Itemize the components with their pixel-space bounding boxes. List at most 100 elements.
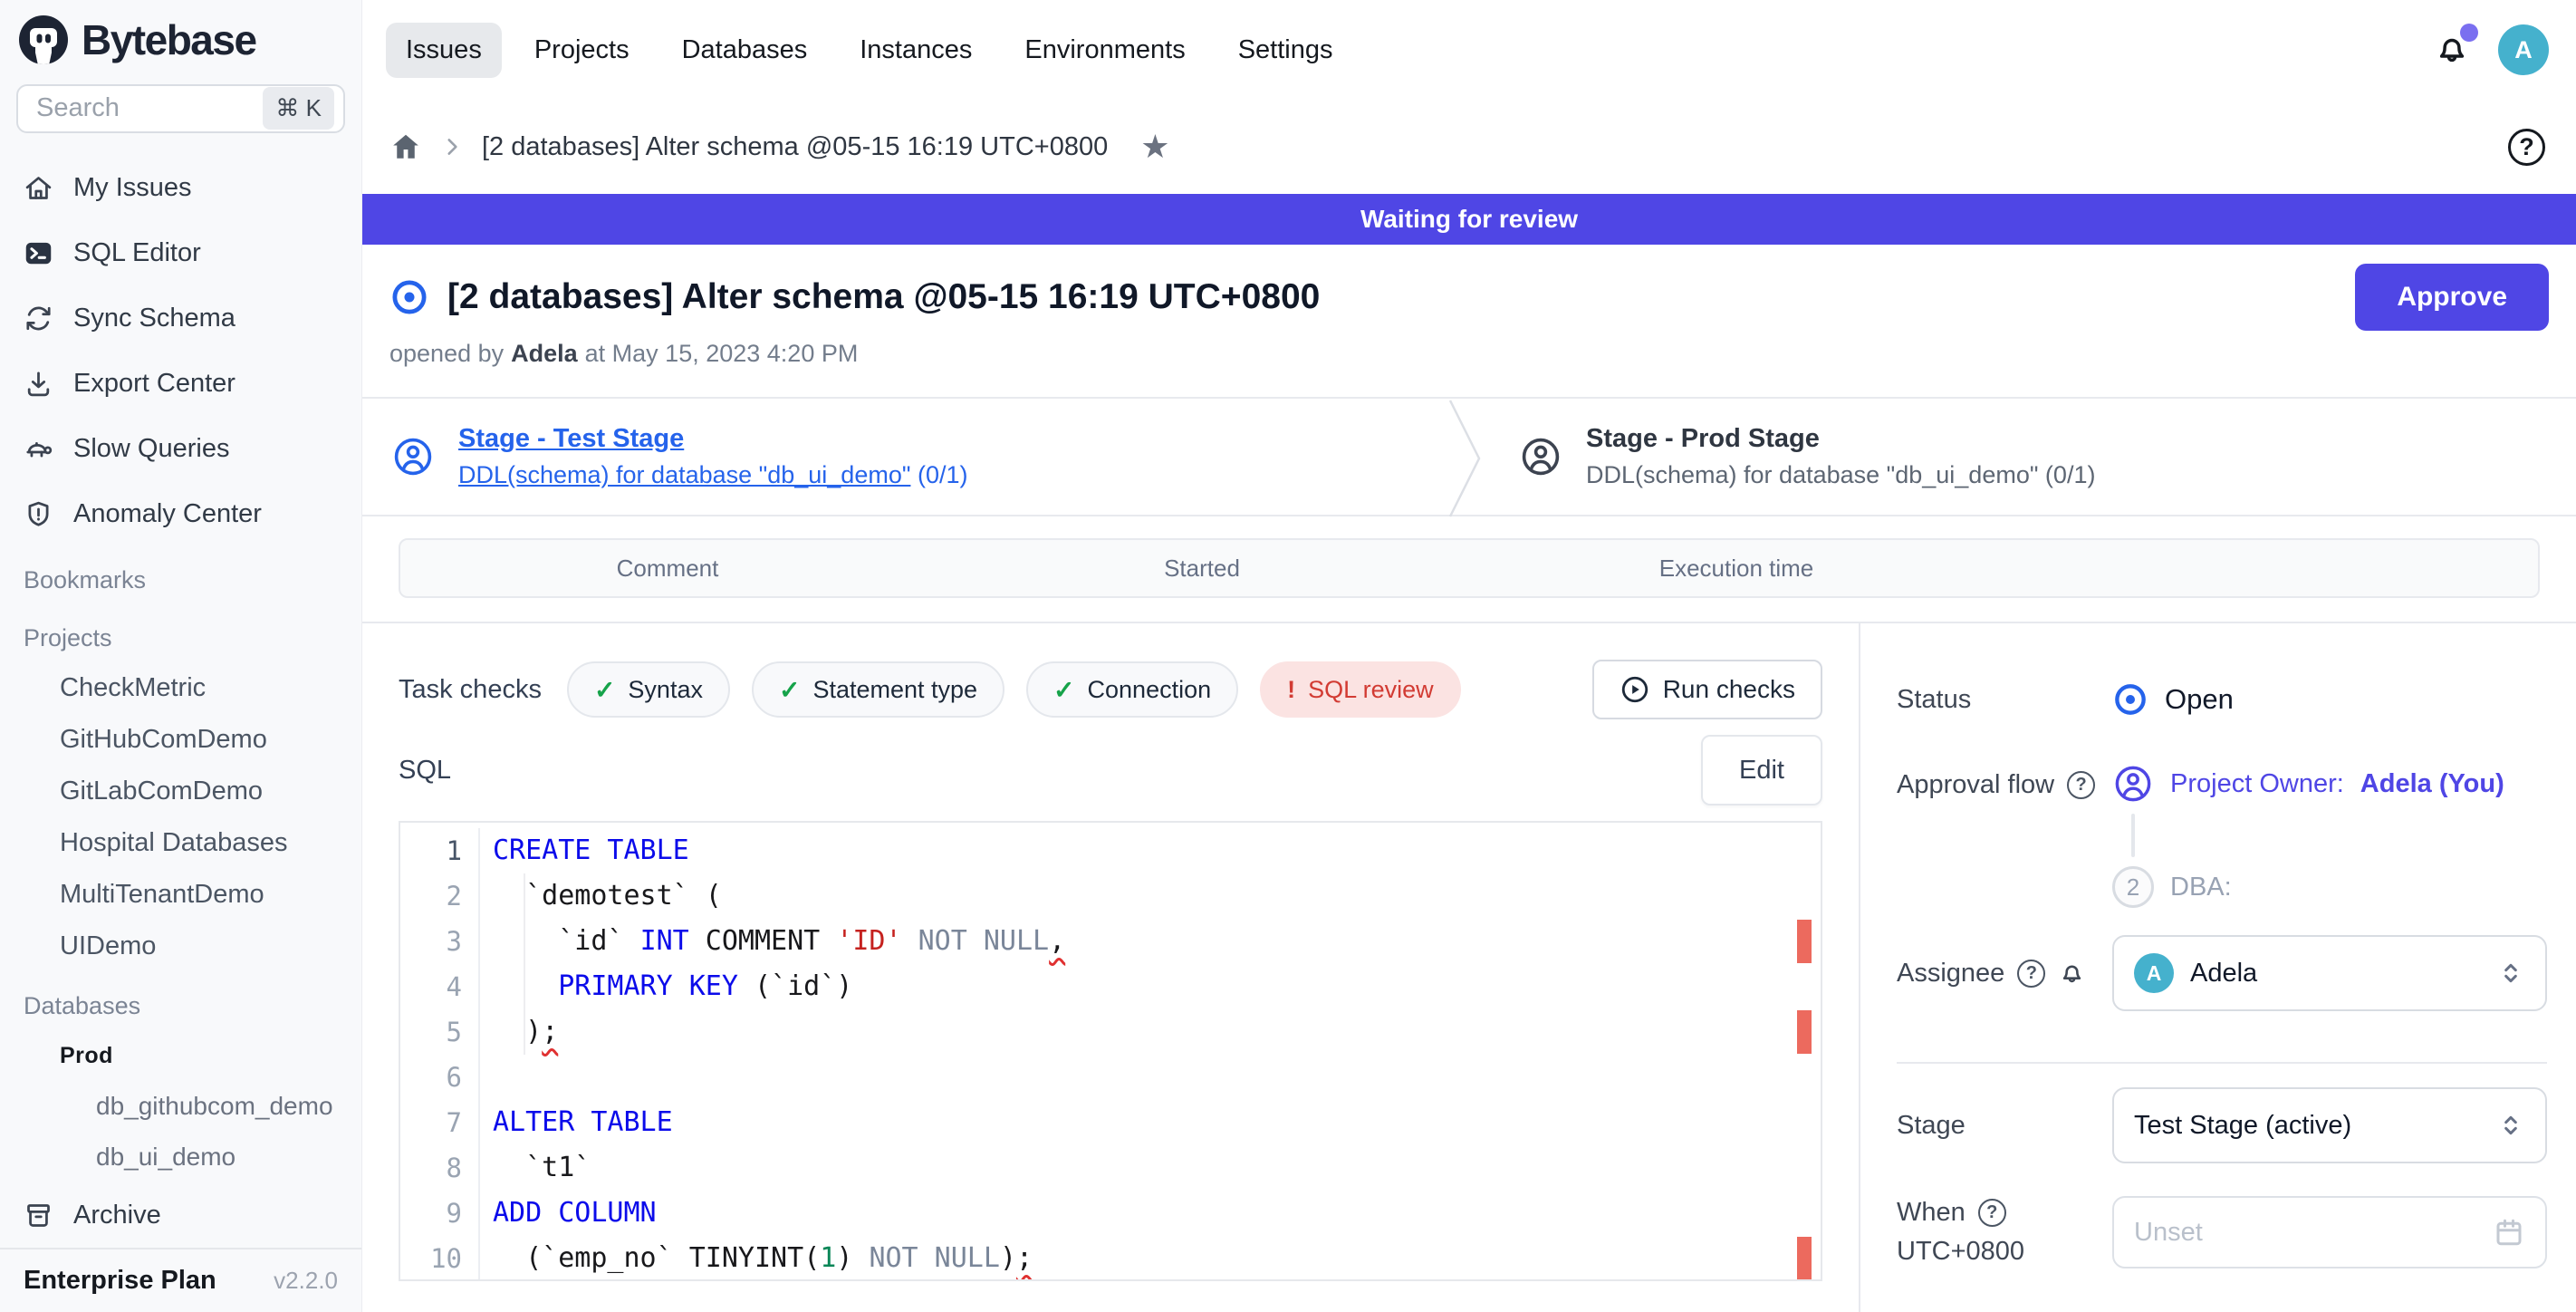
bookmark-star-icon[interactable]: ★ (1140, 130, 1169, 163)
sidebar-db-githubcom-demo[interactable]: db_githubcom_demo (0, 1081, 361, 1132)
stage-prod-stage[interactable]: Stage - Prod Stage DDL(schema) for datab… (1490, 399, 2576, 515)
sidebar-item-my-issues[interactable]: My Issues (0, 155, 361, 220)
user-avatar[interactable]: A (2498, 24, 2549, 75)
bytebase-logo[interactable]: Bytebase (0, 0, 361, 81)
top-actions: A (2433, 24, 2549, 75)
notifications-button[interactable] (2433, 31, 2471, 69)
when-label: When (1897, 1198, 1966, 1228)
sidebar-item-label: Sync Schema (73, 304, 235, 333)
sidebar-item-label: Anomaly Center (73, 499, 262, 529)
home-icon[interactable] (389, 130, 422, 163)
sidebar-item-anomaly-center[interactable]: Anomaly Center (0, 481, 361, 546)
task-detail-panel: Task checks ✓ Syntax ✓ Statement type ✓ … (362, 623, 1859, 1312)
notification-dot (2460, 24, 2478, 42)
code-line: 1CREATE TABLE (400, 828, 1821, 873)
environment-label-prod: Prod (0, 1030, 361, 1081)
sidebar-section-databases: Databases (0, 972, 361, 1030)
stage-test-stage[interactable]: Stage - Test Stage DDL(schema) for datab… (362, 399, 1448, 515)
approval-step-dba: 2 DBA: (2112, 866, 2504, 908)
error-ruler-mark (1797, 1237, 1812, 1280)
check-statement-type[interactable]: ✓ Statement type (752, 661, 1004, 718)
task-table-wrap: Comment Started Execution time (399, 538, 2540, 598)
tab-databases[interactable]: Databases (662, 23, 828, 78)
sidebar-item-export-center[interactable]: Export Center (0, 351, 361, 416)
issue-meta: opened by Adela at May 15, 2023 4:20 PM (389, 337, 2549, 370)
issue-author[interactable]: Adela (511, 340, 578, 368)
sidebar-item-slow-queries[interactable]: Slow Queries (0, 416, 361, 481)
approval-flow-label: Approval flow (1897, 770, 2054, 800)
tab-projects[interactable]: Projects (514, 23, 649, 78)
question-circle-icon[interactable]: ? (2067, 771, 2095, 799)
status-value: Open (2112, 681, 2234, 718)
approval-role: DBA: (2170, 873, 2232, 902)
sidebar-project-uidemo[interactable]: UIDemo (0, 921, 361, 972)
stage-select[interactable]: Test Stage (active) (2112, 1087, 2547, 1163)
opened-suffix: at May 15, 2023 4:20 PM (585, 340, 859, 368)
error-ruler-mark (1797, 920, 1812, 963)
nav-tabs: Issues Projects Databases Instances Envi… (386, 23, 1353, 78)
issue-sidebar-panel: Status Open Approval flow ? Project (1859, 623, 2576, 1312)
bell-icon[interactable] (2058, 960, 2086, 988)
approval-flow: Project Owner: Adela (You) 2 DBA: (2112, 763, 2504, 908)
issue-title-row: [2 databases] Alter schema @05-15 16:19 … (389, 268, 2549, 326)
panel-divider (1897, 1062, 2547, 1064)
sidebar-project-multitenantdemo[interactable]: MultiTenantDemo (0, 869, 361, 921)
column-execution-time: Execution time (1469, 555, 2004, 583)
check-sql-review[interactable]: ! SQL review (1260, 661, 1461, 718)
sidebar-section-projects: Projects (0, 604, 361, 662)
tab-issues[interactable]: Issues (386, 23, 502, 78)
issue-open-icon (389, 277, 429, 317)
help-icon[interactable]: ? (2508, 129, 2545, 166)
code-line: 5 ); (400, 1009, 1821, 1055)
question-circle-icon[interactable]: ? (1978, 1199, 2006, 1227)
assignee-select[interactable]: A Adela (2112, 935, 2547, 1011)
when-datetime-input[interactable]: Unset (2112, 1196, 2547, 1269)
check-syntax[interactable]: ✓ Syntax (567, 661, 730, 718)
sidebar-item-label: Export Center (73, 369, 235, 399)
sidebar-item-sql-editor[interactable]: SQL Editor (0, 220, 361, 285)
sidebar-item-sync-schema[interactable]: Sync Schema (0, 285, 361, 351)
stage-label: Stage (1897, 1111, 1966, 1141)
sidebar-project-checkmetric[interactable]: CheckMetric (0, 662, 361, 714)
sql-editor[interactable]: 1CREATE TABLE2 `demotest` (3 `id` INT CO… (399, 821, 1822, 1281)
stage-task-label: DDL(schema) for database "db_ui_demo" (0… (1586, 461, 2095, 489)
approve-button[interactable]: Approve (2355, 264, 2549, 331)
stage-task-link[interactable]: DDL(schema) for database "db_ui_demo" (0… (458, 461, 967, 489)
sidebar-nav: My Issues SQL Editor Sync Schema Export … (0, 155, 361, 1248)
person-circle-icon (1519, 435, 1562, 478)
status-row: Status Open (1897, 681, 2547, 718)
sidebar-db-ui-demo[interactable]: db_ui_demo (0, 1132, 361, 1182)
search-placeholder: Search (36, 93, 263, 123)
sql-label: SQL (399, 756, 451, 786)
sidebar-project-gitlabcomdemo[interactable]: GitLabComDemo (0, 766, 361, 817)
sidebar: Bytebase Search ⌘ K My Issues SQL Editor… (0, 0, 362, 1312)
stage-title[interactable]: Stage - Test Stage (458, 424, 967, 454)
search-input[interactable]: Search ⌘ K (16, 84, 345, 133)
tab-instances[interactable]: Instances (840, 23, 992, 78)
task-checks-label: Task checks (399, 675, 542, 705)
check-label: Syntax (628, 676, 703, 704)
run-checks-button[interactable]: Run checks (1592, 660, 1822, 719)
tab-environments[interactable]: Environments (1004, 23, 1205, 78)
code-line: 10 (`emp_no` TINYINT(1) NOT NULL); (400, 1236, 1821, 1281)
stage-title: Stage - Prod Stage (1586, 424, 2095, 454)
tab-settings[interactable]: Settings (1218, 23, 1353, 78)
check-connection[interactable]: ✓ Connection (1026, 661, 1238, 718)
stage-select-value: Test Stage (active) (2134, 1111, 2351, 1141)
assignee-name: Adela (2190, 959, 2257, 989)
task-table-header: Comment Started Execution time (399, 538, 2540, 598)
question-circle-icon[interactable]: ? (2017, 960, 2045, 988)
approval-step-project-owner[interactable]: Project Owner: Adela (You) (2112, 763, 2504, 805)
assignee-row: Assignee ? A Adela (1897, 935, 2547, 1011)
sidebar-project-hospital-databases[interactable]: Hospital Databases (0, 817, 361, 869)
sidebar-project-githubcomdemo[interactable]: GitHubComDemo (0, 714, 361, 766)
sidebar-item-archive[interactable]: Archive (0, 1182, 361, 1248)
stage-separator-chevron (1448, 399, 1490, 518)
sidebar-section-bookmarks: Bookmarks (0, 546, 361, 604)
opened-prefix: opened by (389, 340, 504, 368)
status-label: Status (1897, 685, 1971, 715)
stage-select-row: Stage Test Stage (active) (1897, 1087, 2547, 1163)
edit-sql-button[interactable]: Edit (1701, 735, 1822, 806)
bytebase-logo-icon (18, 14, 69, 65)
assignee-label: Assignee (1897, 959, 2004, 989)
